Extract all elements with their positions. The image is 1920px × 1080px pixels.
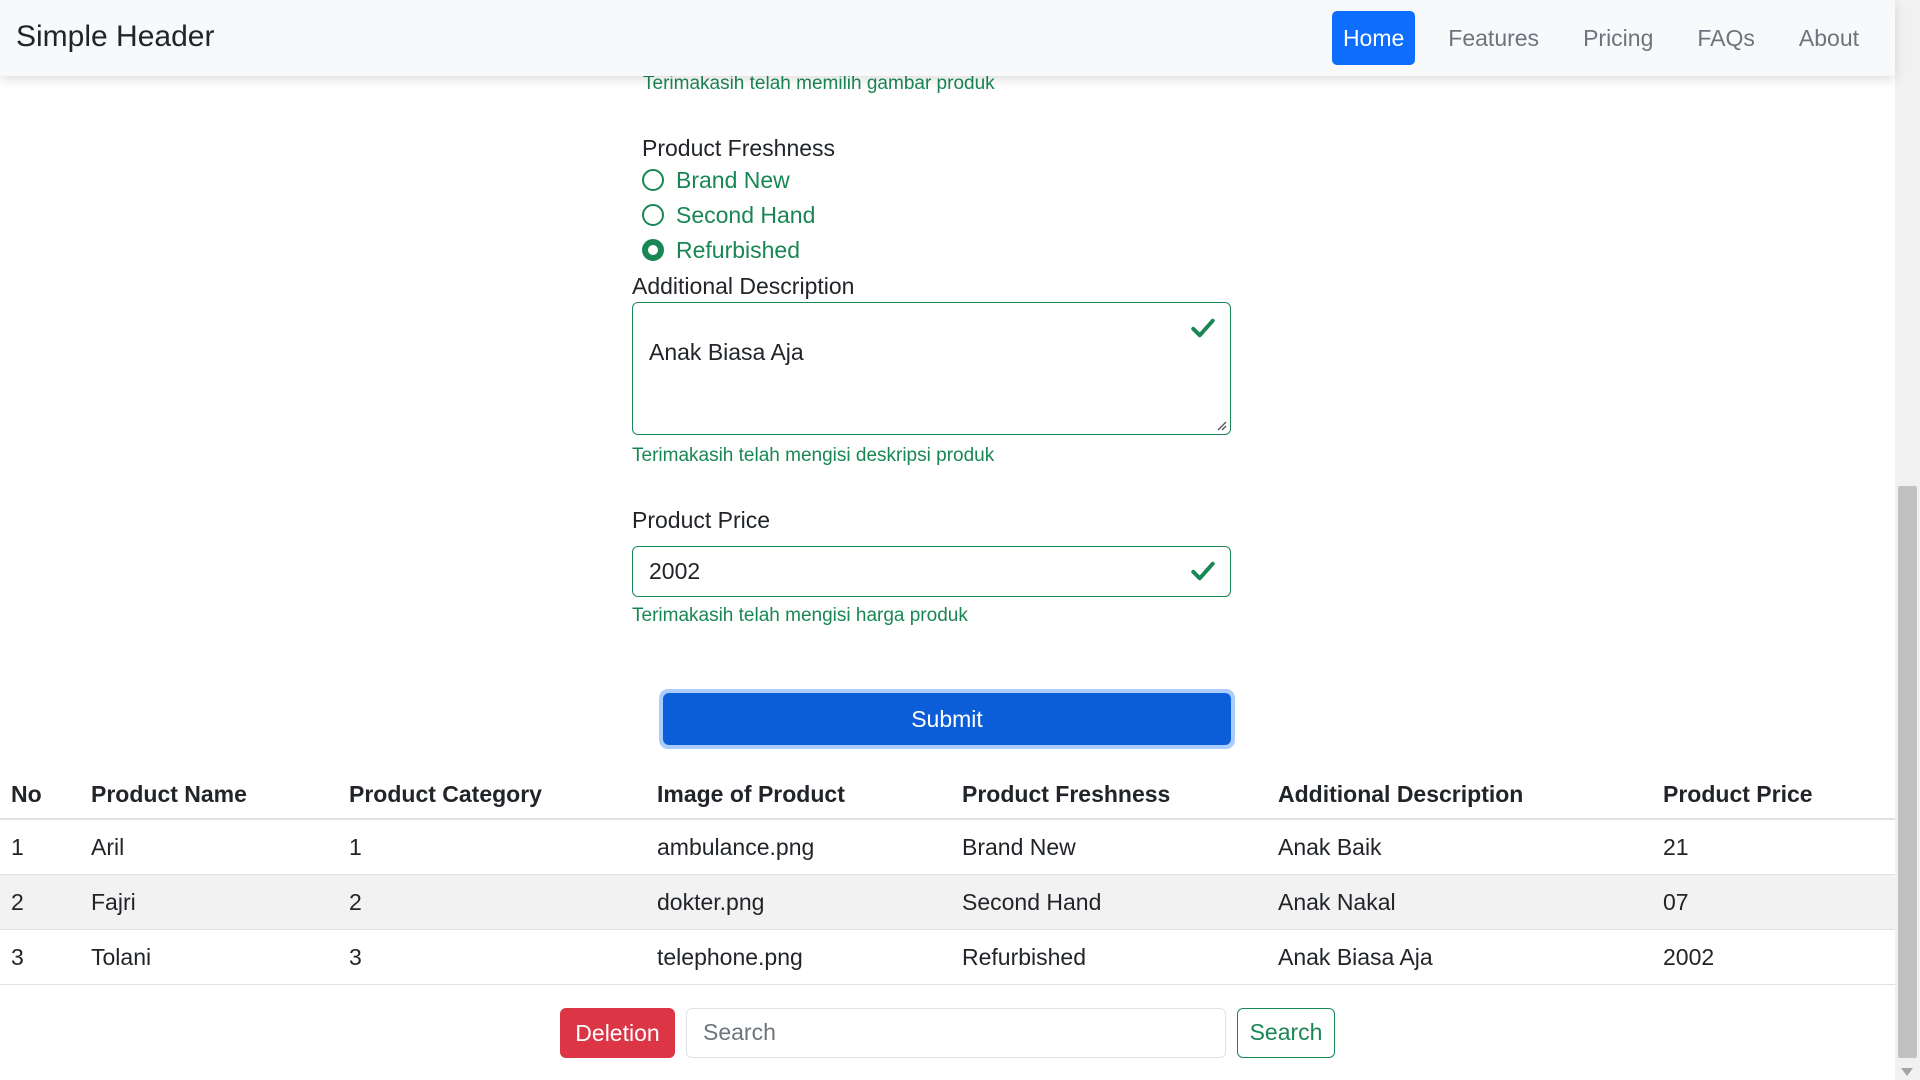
scrollbar-thumb[interactable] [1898, 486, 1917, 1058]
radio-unchecked-icon[interactable] [642, 169, 664, 191]
cell-price: 21 [1663, 833, 1689, 860]
resize-handle-icon[interactable] [1215, 419, 1227, 431]
description-textarea[interactable]: Anak Biasa Aja [632, 302, 1231, 435]
cell-category: 1 [349, 833, 362, 860]
th-product-category: Product Category [349, 780, 542, 807]
radio-second-hand[interactable]: Second Hand [642, 199, 815, 231]
search-button[interactable]: Search [1237, 1008, 1335, 1058]
price-label: Product Price [632, 507, 771, 533]
price-valid-feedback: Terimakasih telah mengisi harga produk [632, 605, 968, 626]
cell-name: Tolani [91, 943, 152, 970]
cell-name: Fajri [91, 888, 136, 915]
scroll-down-arrow-icon[interactable] [1901, 1068, 1913, 1076]
radio-label-second-hand[interactable]: Second Hand [676, 202, 815, 229]
vertical-scrollbar[interactable] [1895, 0, 1920, 1080]
th-no: No [11, 780, 42, 807]
description-value: Anak Biasa Aja [649, 339, 804, 365]
table-header-row: No Product Name Product Category Image o… [0, 770, 1895, 820]
price-input[interactable]: 2002 [632, 546, 1231, 597]
nav-pricing[interactable]: Pricing [1572, 11, 1664, 65]
price-value: 2002 [649, 558, 701, 584]
cell-freshness: Refurbished [962, 943, 1087, 970]
radio-checked-icon[interactable] [642, 239, 664, 261]
nav-faqs[interactable]: FAQs [1686, 11, 1766, 65]
cell-freshness: Brand New [962, 833, 1076, 860]
cell-no: 2 [11, 888, 24, 915]
check-icon [1191, 561, 1215, 581]
radio-unchecked-icon[interactable] [642, 204, 664, 226]
cell-freshness: Second Hand [962, 888, 1102, 915]
table-row: 3 Tolani 3 telephone.png Refurbished Ana… [0, 930, 1895, 985]
navbar: Simple Header Home Features Pricing FAQs… [0, 0, 1895, 76]
cell-image: ambulance.png [657, 833, 815, 860]
nav-home[interactable]: Home [1331, 11, 1416, 65]
cell-category: 3 [349, 943, 362, 970]
cell-no: 3 [11, 943, 24, 970]
th-description: Additional Description [1278, 780, 1524, 807]
cell-image: telephone.png [657, 943, 803, 970]
check-icon [1191, 318, 1215, 338]
radio-brand-new[interactable]: Brand New [642, 164, 790, 196]
nav-about[interactable]: About [1788, 11, 1870, 65]
search-input[interactable]: Search [686, 1008, 1226, 1058]
th-price: Product Price [1663, 780, 1813, 807]
th-freshness: Product Freshness [962, 780, 1171, 807]
description-valid-feedback: Terimakasih telah mengisi deskripsi prod… [632, 445, 995, 466]
freshness-label: Product Freshness [642, 135, 836, 161]
cell-category: 2 [349, 888, 362, 915]
th-image: Image of Product [657, 780, 845, 807]
table-row: 1 Aril 1 ambulance.png Brand New Anak Ba… [0, 820, 1895, 875]
description-label: Additional Description [632, 273, 855, 299]
cell-price: 07 [1663, 888, 1689, 915]
cell-image: dokter.png [657, 888, 765, 915]
cell-no: 1 [11, 833, 24, 860]
radio-label-brand-new[interactable]: Brand New [676, 167, 790, 194]
radio-label-refurbished[interactable]: Refurbished [676, 237, 800, 264]
nav-menu: Home Features Pricing FAQs About [1331, 11, 1895, 65]
cell-description: Anak Biasa Aja [1278, 943, 1433, 970]
submit-button[interactable]: Submit [663, 693, 1231, 745]
cell-description: Anak Nakal [1278, 888, 1396, 915]
deletion-button[interactable]: Deletion [560, 1008, 675, 1058]
table-row: 2 Fajri 2 dokter.png Second Hand Anak Na… [0, 875, 1895, 930]
submit-focus-ring: Submit [659, 689, 1235, 749]
cell-description: Anak Baik [1278, 833, 1382, 860]
products-table: No Product Name Product Category Image o… [0, 770, 1895, 985]
image-valid-feedback: Terimakasih telah memilih gambar produk [643, 73, 995, 94]
th-product-name: Product Name [91, 780, 247, 807]
cell-name: Aril [91, 833, 125, 860]
nav-features[interactable]: Features [1437, 11, 1550, 65]
cell-price: 2002 [1663, 943, 1715, 970]
brand-title[interactable]: Simple Header [16, 20, 214, 54]
radio-refurbished[interactable]: Refurbished [642, 234, 800, 266]
